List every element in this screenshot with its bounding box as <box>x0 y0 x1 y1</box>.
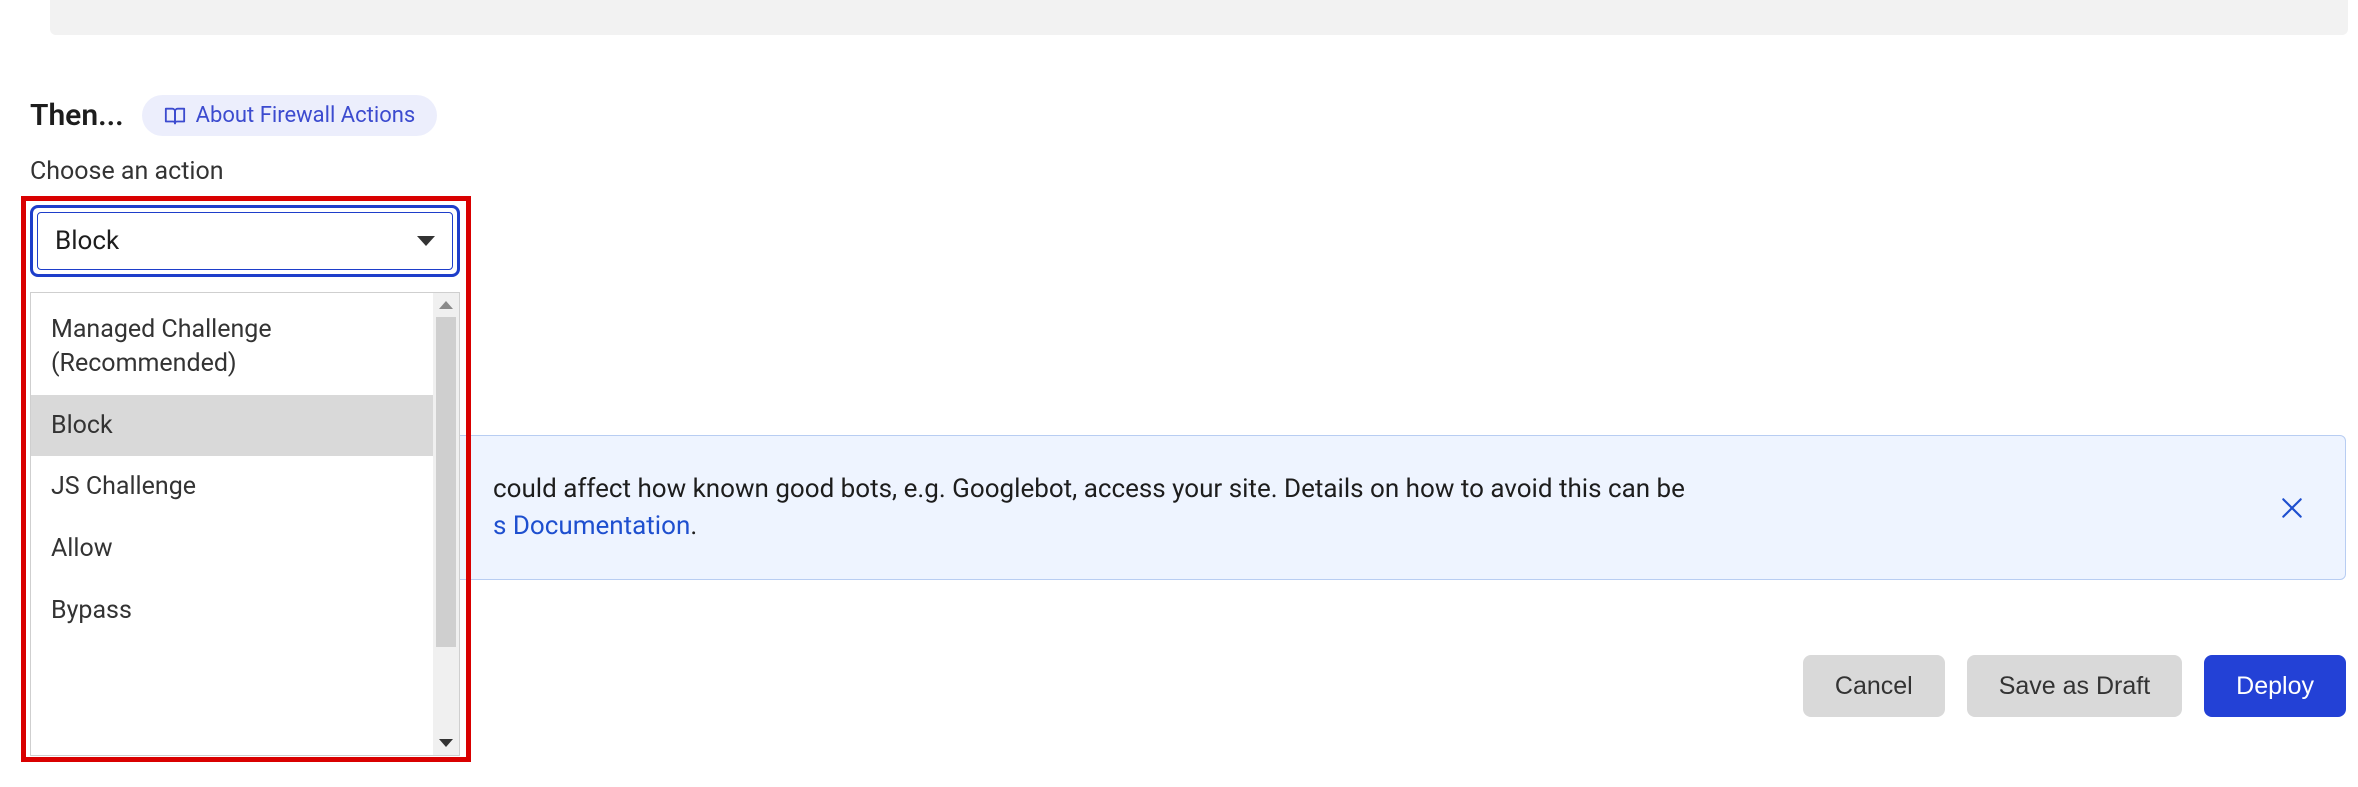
documentation-link[interactable]: s Documentation <box>493 511 690 541</box>
action-option-js-challenge[interactable]: JS Challenge <box>31 456 433 518</box>
cancel-button[interactable]: Cancel <box>1803 655 1945 717</box>
caret-down-icon <box>417 236 435 246</box>
scroll-up-icon[interactable] <box>439 301 453 309</box>
save-as-draft-button[interactable]: Save as Draft <box>1967 655 2182 717</box>
action-option-allow[interactable]: Allow <box>31 518 433 580</box>
book-icon <box>164 105 186 127</box>
action-option-managed-challenge[interactable]: Managed Challenge (Recommended) <box>31 299 433 395</box>
action-option-block[interactable]: Block <box>31 395 433 457</box>
info-text-period: . <box>690 511 697 541</box>
footer-buttons: Cancel Save as Draft Deploy <box>1803 655 2346 717</box>
scroll-thumb[interactable] <box>436 317 456 647</box>
then-row: Then... About Firewall Actions <box>30 95 437 136</box>
action-option-bypass[interactable]: Bypass <box>31 580 433 642</box>
deploy-button[interactable]: Deploy <box>2204 655 2346 717</box>
scroll-down-icon[interactable] <box>439 739 453 747</box>
action-select-value: Block <box>55 226 119 256</box>
about-link-text: About Firewall Actions <box>196 103 416 128</box>
info-text-line-1: could affect how known good bots, e.g. G… <box>493 474 1685 504</box>
action-select[interactable]: Block <box>30 205 460 277</box>
about-firewall-actions-link[interactable]: About Firewall Actions <box>142 95 438 136</box>
action-select-wrapper: Block <box>30 205 460 277</box>
then-label: Then... <box>30 98 124 133</box>
action-dropdown-panel: Managed Challenge (Recommended) Block JS… <box>30 292 460 756</box>
top-placeholder-bar <box>50 0 2348 35</box>
dropdown-scrollbar[interactable] <box>433 293 459 755</box>
close-icon[interactable] <box>2269 485 2315 531</box>
action-options-list: Managed Challenge (Recommended) Block JS… <box>31 293 433 755</box>
choose-action-label: Choose an action <box>30 157 224 186</box>
